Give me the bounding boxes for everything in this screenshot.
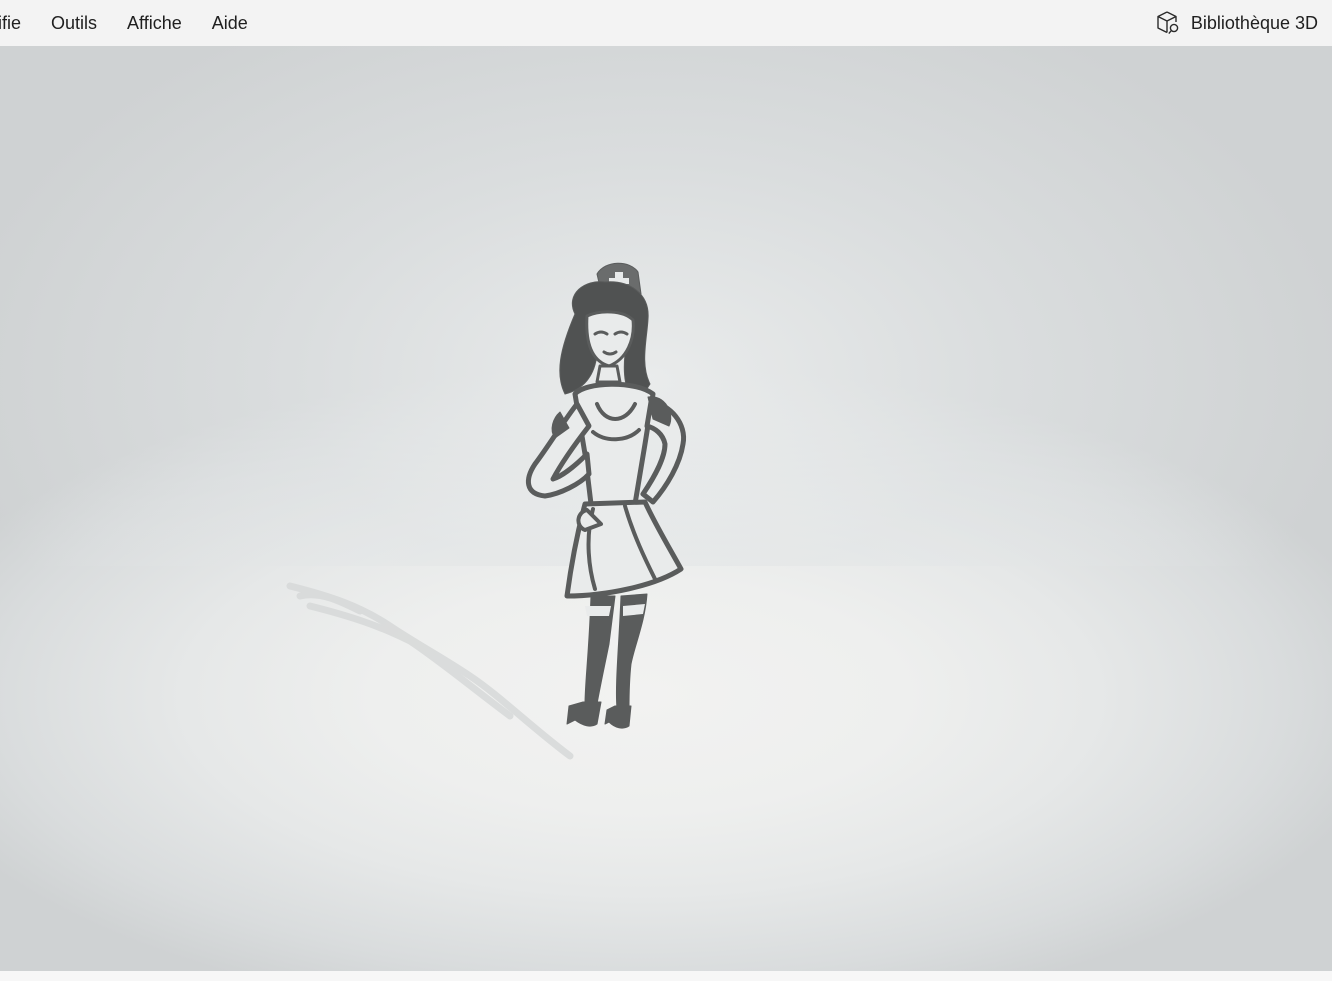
3d-library-label: Bibliothèque 3D <box>1190 12 1318 33</box>
cube-search-icon <box>1155 10 1181 36</box>
3d-library-button[interactable]: Bibliothèque 3D <box>1155 0 1318 46</box>
menu-item-view[interactable]: Affiche <box>112 0 197 46</box>
menu-item-help[interactable]: Aide <box>197 0 263 46</box>
3d-viewport[interactable] <box>0 46 1332 971</box>
menu-item-tools[interactable]: Outils <box>36 0 112 46</box>
menu-item-edit[interactable]: difie <box>0 0 36 46</box>
figure-model[interactable] <box>505 254 695 734</box>
menu-bar: difie Outils Affiche Aide Bibliothèque 3… <box>0 0 1332 46</box>
menu-items: difie Outils Affiche Aide <box>0 0 263 46</box>
status-strip <box>0 971 1332 981</box>
